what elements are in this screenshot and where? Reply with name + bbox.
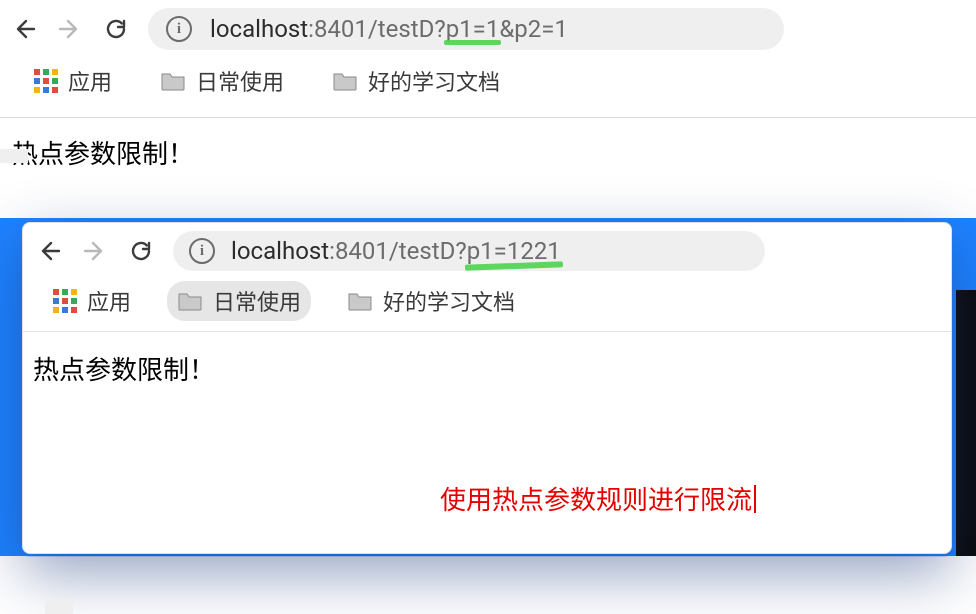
url-host: localhost xyxy=(210,15,308,43)
info-glyph: i xyxy=(177,22,181,37)
bookmark-docs-label: 好的学习文档 xyxy=(368,65,500,97)
address-bar[interactable]: i localhost:8401/testD?p1=1221 xyxy=(173,231,765,271)
url-path-b: &p2=1 xyxy=(499,15,568,43)
selection-shade xyxy=(0,149,28,163)
folder-icon xyxy=(347,290,373,312)
annotation-label: 使用热点参数规则进行限流 xyxy=(440,486,752,516)
bookmark-docs-label: 好的学习文档 xyxy=(383,285,515,317)
back-button[interactable] xyxy=(35,237,63,265)
annotation-text: 使用热点参数规则进行限流 xyxy=(440,480,756,517)
inner-toolbar: i localhost:8401/testD?p1=1221 xyxy=(23,223,951,279)
arrow-left-icon xyxy=(37,239,61,263)
address-bar[interactable]: i localhost:8401/testD?p1=1&p2=1 xyxy=(148,8,784,50)
text-cursor-icon xyxy=(754,485,756,513)
bookmarks-bar: 应用 日常使用 好的学习文档 xyxy=(0,58,976,105)
url-path-a: :8401/testD? xyxy=(329,237,467,265)
bookmark-daily-label: 日常使用 xyxy=(213,285,301,317)
apps-label: 应用 xyxy=(68,65,112,97)
bookmark-daily[interactable]: 日常使用 xyxy=(167,281,311,321)
info-icon[interactable]: i xyxy=(189,238,215,264)
apps-icon xyxy=(53,289,77,313)
apps-label: 应用 xyxy=(87,285,131,317)
info-icon[interactable]: i xyxy=(166,16,192,42)
inner-page-body: 热点参数限制！ xyxy=(23,332,951,405)
reload-icon xyxy=(104,17,128,41)
apps-button[interactable]: 应用 xyxy=(24,61,122,101)
arrow-right-icon xyxy=(58,17,82,41)
bookmark-docs[interactable]: 好的学习文档 xyxy=(337,281,525,321)
bookmark-daily-label: 日常使用 xyxy=(196,65,284,97)
url-text: localhost:8401/testD?p1=1221 xyxy=(231,237,561,265)
selection-shade xyxy=(45,600,73,614)
url-text: localhost:8401/testD?p1=1&p2=1 xyxy=(210,15,568,43)
reload-button[interactable] xyxy=(127,237,155,265)
folder-icon xyxy=(160,70,186,92)
reload-button[interactable] xyxy=(102,15,130,43)
dark-strip xyxy=(956,290,976,556)
url-highlight: p1=1 xyxy=(446,15,500,43)
back-button[interactable] xyxy=(10,15,38,43)
arrow-left-icon xyxy=(12,17,36,41)
arrow-right-icon xyxy=(83,239,107,263)
outer-page-text: 热点参数限制！ xyxy=(12,140,194,170)
folder-icon xyxy=(177,290,203,312)
url-highlight: p1=1221 xyxy=(467,237,561,265)
inner-page-text: 热点参数限制！ xyxy=(33,356,215,386)
url-path-a: :8401/testD? xyxy=(308,15,446,43)
forward-button[interactable] xyxy=(56,15,84,43)
bookmarks-bar: 应用 日常使用 好的学习文档 xyxy=(23,279,951,323)
folder-icon xyxy=(332,70,358,92)
bookmark-docs[interactable]: 好的学习文档 xyxy=(322,61,510,101)
forward-button[interactable] xyxy=(81,237,109,265)
outer-toolbar: i localhost:8401/testD?p1=1&p2=1 xyxy=(0,0,976,58)
bookmark-daily[interactable]: 日常使用 xyxy=(150,61,294,101)
outer-page-body: 热点参数限制！ xyxy=(0,118,976,187)
apps-icon xyxy=(34,69,58,93)
reload-icon xyxy=(129,239,153,263)
url-host: localhost xyxy=(231,237,329,265)
info-glyph: i xyxy=(200,244,204,259)
apps-button[interactable]: 应用 xyxy=(43,281,141,321)
